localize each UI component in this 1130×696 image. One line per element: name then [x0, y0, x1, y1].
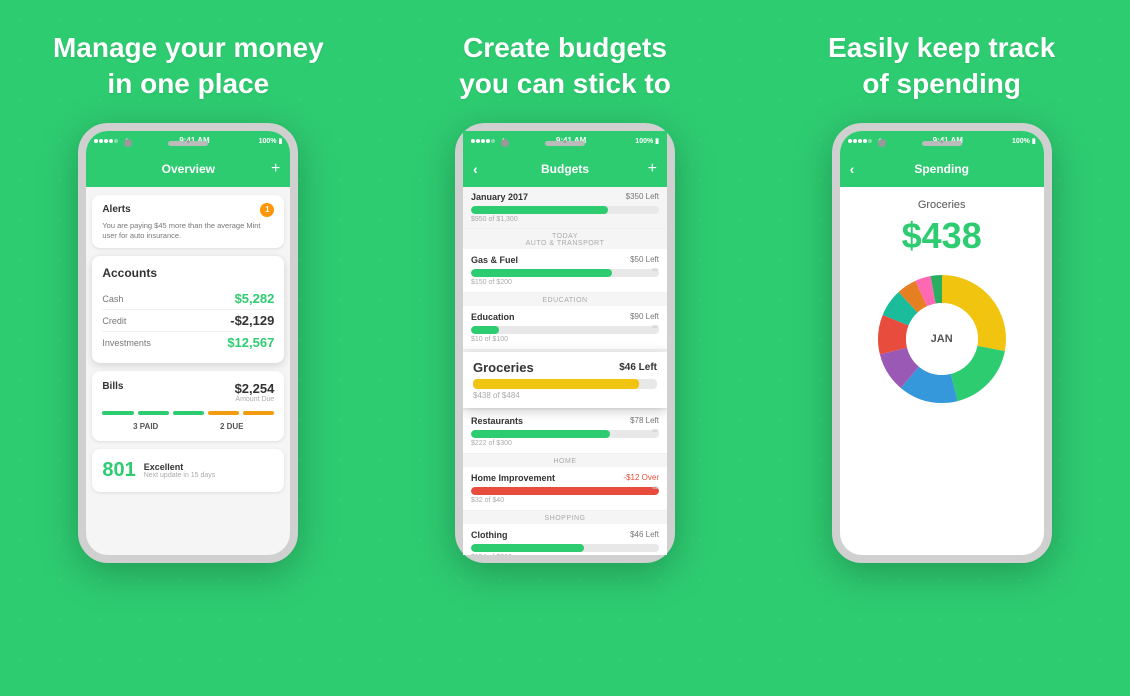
budget-item-gas[interactable]: Gas & Fuel $50 Left $150 of $200 ✏ [463, 249, 667, 293]
page-wrapper: Manage your moneyin one place ▲ [0, 0, 1130, 696]
bills-card: Bills $2,254 Amount Due [92, 371, 284, 441]
spending-category: Groceries [918, 199, 966, 211]
accounts-title: Accounts [102, 266, 274, 280]
budget-item-education[interactable]: Education $90 Left $10 of $100 ✏ [463, 306, 667, 350]
nav-bar-2: ‹ Budgets + [463, 151, 667, 187]
nav-plus-2[interactable]: + [648, 160, 657, 178]
bills-due: 2 DUE [220, 422, 244, 431]
bills-amount: $2,254 [235, 381, 275, 396]
budget-item-jan[interactable]: January 2017 $350 Left $950 of $1,300 [463, 187, 667, 229]
budget-list: January 2017 $350 Left $950 of $1,300 TO… [463, 187, 667, 555]
phone-1-screen: ▲ 9:41 AM 100% ▮ Overview + Alerts 1 Yo [86, 131, 290, 555]
status-bar-3: ▲ 9:41 AM 100% ▮ [840, 131, 1044, 151]
credit-score: 801 [102, 459, 135, 482]
phone-3-camera [878, 139, 886, 147]
credit-card: 801 Excellent Next update in 15 days [92, 449, 284, 492]
donut-label: JAN [931, 333, 953, 345]
phone-2-screen: ▲ 9:41 AM 100% ▮ ‹ Budgets + Januar [463, 131, 667, 555]
phone-3-screen: ▲ 9:41 AM 100% ▮ ‹ Spending Groceries $4… [840, 131, 1044, 555]
nav-back-3[interactable]: ‹ [850, 161, 855, 177]
account-row-cash: Cash $5,282 [102, 288, 274, 310]
alert-text: You are paying $45 more than the average… [102, 221, 274, 241]
phone-2-camera [501, 139, 509, 147]
budget-item-home[interactable]: Home Improvement -$12 Over $32 of $40 ✏ [463, 467, 667, 511]
phone-1: ▲ 9:41 AM 100% ▮ Overview + Alerts 1 Yo [78, 123, 298, 563]
account-row-credit: Credit -$2,129 [102, 310, 274, 332]
nav-title-2: Budgets [541, 162, 589, 176]
alert-title: Alerts [102, 204, 130, 215]
bills-paid: 3 PAID [133, 422, 158, 431]
spending-amount: $438 [902, 215, 982, 257]
budget-item-groceries[interactable]: Groceries $46 Left $438 of $484 [463, 352, 667, 408]
status-bar-1: ▲ 9:41 AM 100% ▮ [86, 131, 290, 151]
account-row-investments: Investments $12,567 [102, 332, 274, 353]
alert-card: Alerts 1 You are paying $45 more than th… [92, 195, 284, 249]
donut-chart: JAN [872, 269, 1012, 409]
nav-plus-1[interactable]: + [271, 160, 280, 178]
column-3: Easily keep trackof spending ▲ [753, 0, 1130, 696]
bills-title: Bills [102, 381, 123, 392]
alert-badge: 1 [260, 203, 274, 217]
nav-back-2[interactable]: ‹ [473, 161, 478, 177]
nav-bar-3: ‹ Spending [840, 151, 1044, 187]
credit-sub: Next update in 15 days [144, 472, 216, 479]
status-bar-2: ▲ 9:41 AM 100% ▮ [463, 131, 667, 151]
nav-title-3: Spending [914, 162, 969, 176]
nav-bar-1: Overview + [86, 151, 290, 187]
bills-label: Amount Due [235, 396, 275, 403]
phone-2: ▲ 9:41 AM 100% ▮ ‹ Budgets + Januar [455, 123, 675, 563]
col2-title: Create budgetsyou can stick to [459, 30, 671, 103]
budget-item-clothing[interactable]: Clothing $46 Left $154 of $200 [463, 524, 667, 555]
bills-bars [102, 411, 274, 418]
nav-title-1: Overview [162, 162, 215, 176]
column-1: Manage your moneyin one place ▲ [0, 0, 377, 696]
column-2: Create budgetsyou can stick to ▲ [377, 0, 754, 696]
spending-content: Groceries $438 [840, 187, 1044, 421]
credit-label: Excellent [144, 462, 216, 472]
col1-title: Manage your moneyin one place [53, 30, 324, 103]
budget-item-restaurants[interactable]: Restaurants $78 Left $222 of $300 ✏ [463, 410, 667, 454]
phone-3: ▲ 9:41 AM 100% ▮ ‹ Spending Groceries $4… [832, 123, 1052, 563]
accounts-card: Accounts Cash $5,282 Credit -$2,129 Inve… [92, 256, 284, 363]
col3-title: Easily keep trackof spending [828, 30, 1055, 103]
